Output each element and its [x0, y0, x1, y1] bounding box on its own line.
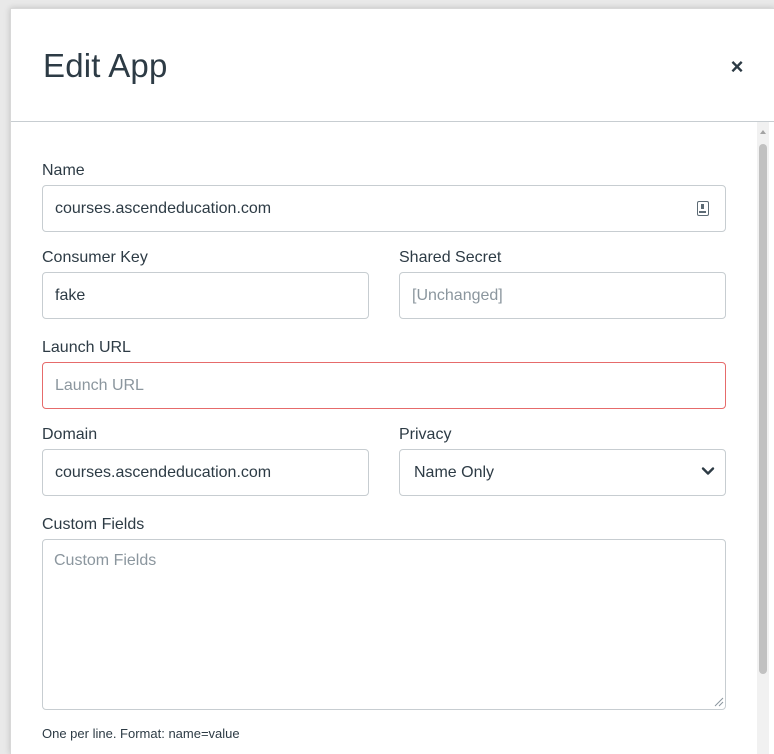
scrollbar-thumb[interactable] [759, 144, 767, 674]
name-label: Name [42, 162, 85, 179]
privacy-selected-value: Name Only [414, 464, 495, 481]
close-button[interactable]: × [723, 53, 751, 81]
launch-url-label: Launch URL [42, 339, 131, 356]
modal-title: Edit App [43, 47, 168, 84]
domain-input[interactable] [42, 449, 369, 496]
scroll-up-arrow-icon[interactable] [760, 130, 766, 134]
consumer-key-label: Consumer Key [42, 249, 148, 266]
privacy-label: Privacy [399, 426, 452, 443]
name-input[interactable] [42, 185, 726, 232]
domain-label: Domain [42, 426, 98, 443]
custom-fields-label: Custom Fields [42, 516, 145, 533]
consumer-key-input[interactable] [42, 272, 369, 319]
chevron-down-icon [701, 467, 715, 475]
privacy-select[interactable]: Name Only [399, 449, 726, 496]
edit-app-modal: Edit App × Name Consumer Key Shared Secr… [10, 8, 774, 754]
custom-fields-hint: One per line. Format: name=value [42, 726, 240, 741]
contact-card-icon [697, 201, 709, 216]
shared-secret-label: Shared Secret [399, 249, 502, 266]
modal-scrollbar[interactable] [757, 122, 769, 754]
shared-secret-input[interactable] [399, 272, 726, 319]
custom-fields-textarea[interactable] [42, 539, 726, 710]
modal-header: Edit App × [11, 9, 774, 122]
launch-url-input[interactable] [42, 362, 726, 409]
resize-handle-icon[interactable] [714, 697, 724, 707]
modal-body: Name Consumer Key Shared Secret Launch U… [11, 122, 774, 754]
